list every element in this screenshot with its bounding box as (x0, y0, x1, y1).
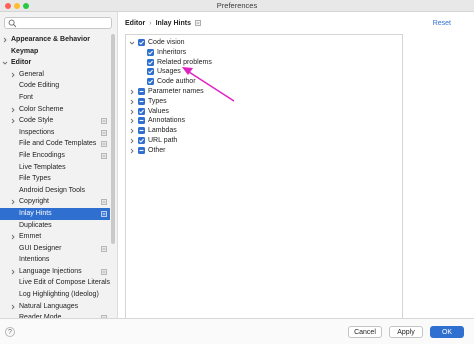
chevron-right-icon[interactable] (2, 37, 8, 43)
sidebar-item-duplicates[interactable]: Duplicates (0, 220, 110, 232)
sidebar-item-label: Editor (11, 59, 32, 67)
chevron-right-icon[interactable] (10, 304, 16, 310)
sidebar-item-label: Copyright (19, 198, 49, 206)
settings-tree: Appearance & Behavior Keymap Editor General… (0, 34, 110, 324)
dialog-footer: ? Cancel Apply OK (0, 318, 474, 344)
sidebar-item-label: Color Scheme (19, 105, 64, 113)
sidebar-item-code-editing[interactable]: Code Editing (0, 80, 110, 92)
search-icon (8, 19, 17, 28)
annotation-arrow (182, 67, 235, 102)
chevron-down-icon[interactable] (2, 60, 8, 66)
title-bar: Preferences (0, 0, 474, 12)
sidebar-item-live-edit-of-compose-literals[interactable]: Live Edit of Compose Literals (0, 277, 110, 289)
sidebar-item-label: GUI Designer (19, 244, 62, 252)
sidebar-item-label: Language Injections (19, 267, 82, 275)
sidebar-item-label: Live Edit of Compose Literals (19, 279, 111, 287)
sidebar-item-label: Live Templates (19, 163, 66, 171)
chevron-right-icon[interactable] (10, 269, 16, 275)
sidebar-item-label: Inspections (19, 128, 55, 136)
sidebar-item-language-injections[interactable]: Language Injections (0, 266, 110, 278)
sidebar-item-file-encodings[interactable]: File Encodings (0, 150, 110, 162)
project-scope-icon (101, 211, 107, 217)
project-scope-icon (101, 129, 107, 136)
sidebar-item-color-scheme[interactable]: Color Scheme (0, 104, 110, 116)
sidebar-item-label: Emmet (19, 233, 42, 241)
sidebar-item-keymap[interactable]: Keymap (0, 46, 110, 58)
project-scope-icon (101, 153, 107, 159)
sidebar-item-general[interactable]: General (0, 69, 110, 81)
project-scope-icon (101, 199, 107, 206)
sidebar-item-label: File Types (19, 175, 51, 183)
sidebar-item-label: Log Highlighting (Ideolog) (19, 291, 99, 299)
help-button[interactable]: ? (5, 327, 15, 337)
sidebar-item-label: Natural Languages (19, 302, 79, 310)
sidebar-item-label: Duplicates (19, 221, 52, 229)
window-title: Preferences (216, 1, 258, 10)
sidebar-item-code-style[interactable]: Code Style (0, 115, 110, 127)
sidebar-item-label: Code Style (19, 117, 54, 125)
sidebar-item-natural-languages[interactable]: Natural Languages (0, 301, 110, 313)
sidebar-item-inspections[interactable]: Inspections (0, 127, 110, 139)
cancel-button[interactable]: Cancel (348, 326, 382, 338)
sidebar-item-gui-designer[interactable]: GUI Designer (0, 243, 110, 255)
sidebar-item-copyright[interactable]: Copyright (0, 196, 110, 208)
project-scope-icon (101, 141, 107, 148)
settings-search-input[interactable] (4, 17, 112, 29)
sidebar-item-android-design-tools[interactable]: Android Design Tools (0, 185, 110, 197)
chevron-right-icon[interactable] (10, 118, 16, 124)
sidebar-item-log-highlighting-ideolog[interactable]: Log Highlighting (Ideolog) (0, 289, 110, 301)
project-scope-icon (101, 268, 107, 275)
chevron-right-icon[interactable] (10, 234, 16, 240)
sidebar-item-inlay-hints[interactable]: Inlay Hints (0, 207, 110, 220)
sidebar-item-label: Keymap (11, 47, 39, 55)
sidebar-item-label: File and Code Templates (19, 140, 97, 148)
sidebar-item-label: Appearance & Behavior (11, 36, 90, 43)
sidebar-item-editor[interactable]: Editor (0, 57, 110, 69)
inlay-hints-panel: Editor › Inlay Hints Reset Code vision Inhe… (118, 12, 474, 330)
sidebar-item-appearance-behavior[interactable]: Appearance & Behavior (0, 34, 110, 46)
sidebar-item-label: Font (19, 93, 34, 101)
sidebar-item-font[interactable]: Font (0, 92, 110, 104)
sidebar-item-emmet[interactable]: Emmet (0, 231, 110, 243)
sidebar-item-intentions[interactable]: Intentions (0, 254, 110, 266)
settings-sidebar: Appearance & Behavior Keymap Editor General… (0, 12, 118, 330)
sidebar-item-label: Intentions (19, 256, 50, 264)
sidebar-item-label: Android Design Tools (19, 186, 86, 194)
sidebar-scrollbar[interactable] (111, 34, 115, 244)
sidebar-item-label: Inlay Hints (19, 209, 52, 217)
project-scope-icon (101, 245, 107, 252)
sidebar-item-live-templates[interactable]: Live Templates (0, 162, 110, 174)
sidebar-item-label: Code Editing (19, 82, 60, 90)
sidebar-item-label: File Encodings (19, 151, 65, 159)
project-scope-icon (101, 118, 107, 125)
chevron-right-icon[interactable] (10, 107, 16, 113)
sidebar-item-label: General (19, 70, 44, 78)
sidebar-item-file-types[interactable]: File Types (0, 173, 110, 185)
ok-button[interactable]: OK (430, 326, 464, 338)
chevron-right-icon[interactable] (10, 199, 16, 205)
chevron-right-icon[interactable] (10, 72, 16, 78)
apply-button[interactable]: Apply (389, 326, 423, 338)
preferences-window: Preferences Appearance & Behavior Keymap E… (0, 0, 474, 344)
sidebar-item-file-and-code-templates[interactable]: File and Code Templates (0, 138, 110, 150)
